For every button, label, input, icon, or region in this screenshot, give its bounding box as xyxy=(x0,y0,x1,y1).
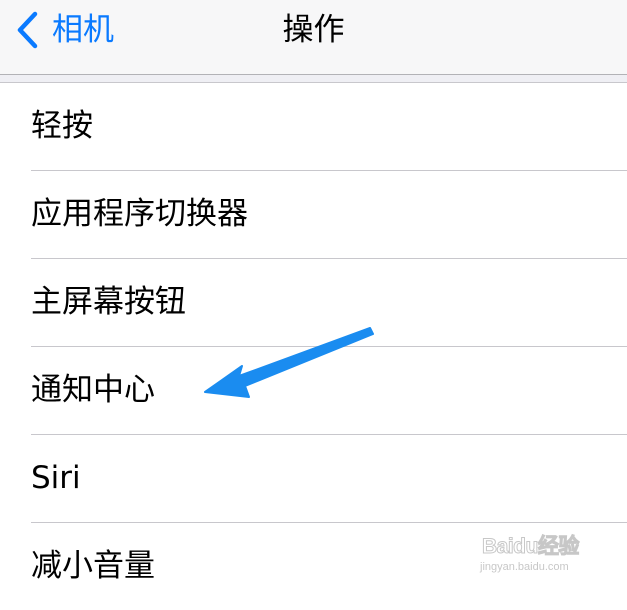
list-item-label: Siri xyxy=(31,460,81,496)
page-title: 操作 xyxy=(282,12,345,48)
list-item-tap[interactable]: 轻按 xyxy=(31,83,627,171)
settings-list: 轻按 应用程序切换器 主屏幕按钮 通知中心 Siri 减小音量 xyxy=(0,83,627,610)
list-item-label: 主屏幕按钮 xyxy=(31,284,186,320)
list-item-label: 应用程序切换器 xyxy=(31,196,248,232)
list-item-home-button[interactable]: 主屏幕按钮 xyxy=(31,259,627,347)
list-item-siri[interactable]: Siri xyxy=(31,435,627,523)
list-item-label: 减小音量 xyxy=(31,548,155,584)
list-item-volume-down[interactable]: 减小音量 xyxy=(31,523,627,610)
navigation-bar: 相机 操作 xyxy=(0,0,627,75)
list-item-label: 轻按 xyxy=(31,108,93,144)
list-item-notification-center[interactable]: 通知中心 xyxy=(31,347,627,435)
list-item-app-switcher[interactable]: 应用程序切换器 xyxy=(31,171,627,259)
section-gap xyxy=(0,75,627,83)
list-item-label: 通知中心 xyxy=(31,372,155,408)
